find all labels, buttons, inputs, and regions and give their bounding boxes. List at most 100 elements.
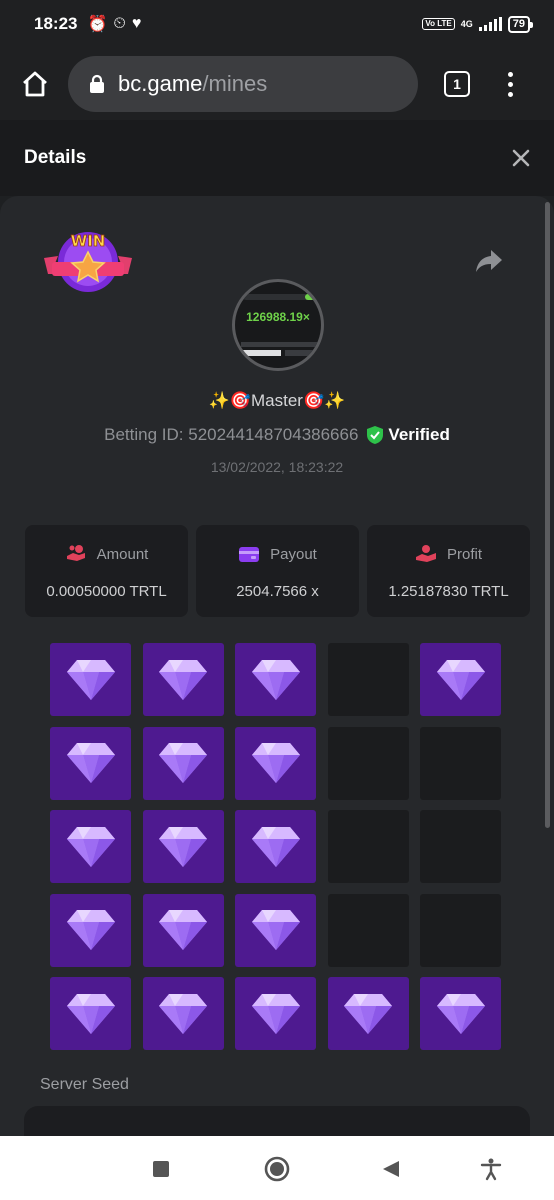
tile-gem — [420, 977, 501, 1050]
tile-unrevealed — [327, 810, 409, 883]
close-icon — [512, 149, 530, 167]
home-circle-icon — [264, 1156, 290, 1182]
gem-icon — [157, 908, 209, 952]
tile-gem — [235, 643, 316, 716]
tile-gem — [50, 726, 131, 800]
home-icon — [23, 71, 47, 97]
tile-gem — [235, 977, 316, 1050]
lock-icon — [88, 74, 106, 94]
verified-shield-icon — [367, 426, 384, 444]
status-bar: 18:23 ⏰ ⏲ ♥ Vo LTE 4G 79 — [0, 0, 554, 48]
verified-label: Verified — [388, 425, 450, 444]
tile-gem — [50, 810, 131, 883]
more-dot-icon — [508, 81, 513, 87]
gem-icon — [250, 741, 302, 785]
more-dot-icon — [508, 71, 513, 77]
hand-coins-icon — [66, 545, 85, 561]
details-panel: WIN 126988.19× ✨🎯Master🎯✨ Betting ID: 52… — [0, 196, 554, 1136]
stat-value: 1.25187830 TRTL — [388, 583, 509, 600]
volte-icon: Vo LTE — [422, 18, 455, 30]
betting-id: Betting ID: 520244148704386666 — [104, 425, 359, 444]
card-icon — [239, 547, 260, 562]
tile-gem — [235, 893, 316, 967]
tile-gem — [142, 643, 224, 716]
url-path: /mines — [202, 71, 268, 96]
gem-icon — [435, 658, 487, 702]
win-badge-text: WIN — [71, 232, 106, 250]
tile-gem — [235, 726, 316, 800]
stat-label: Payout — [270, 545, 317, 563]
stat-label: Amount — [96, 545, 149, 563]
avatar-multiplier: 126988.19× — [246, 310, 310, 324]
gem-icon — [342, 992, 394, 1036]
close-button[interactable] — [512, 144, 530, 172]
tile-gem — [142, 810, 224, 883]
alarm-icon: ⏰ — [87, 16, 108, 33]
bet-timestamp: 13/02/2022, 18:23:22 — [210, 459, 344, 475]
tabs-button[interactable]: 1 — [444, 71, 470, 97]
gem-icon — [435, 992, 487, 1036]
gem-icon — [250, 992, 302, 1036]
tile-gem — [50, 977, 131, 1050]
stat-value: 2504.7566 x — [236, 583, 319, 600]
details-header: Details — [0, 120, 554, 196]
server-seed-label: Server Seed — [40, 1076, 129, 1093]
gem-icon — [157, 658, 209, 702]
gem-icon — [65, 658, 117, 702]
page-title: Details — [24, 147, 87, 168]
avatar: 126988.19× — [232, 279, 324, 371]
tile-unrevealed — [420, 810, 501, 883]
stat-card-payout: Payout 2504.7566 x — [196, 525, 359, 617]
more-menu-button[interactable] — [508, 71, 513, 97]
tile-gem — [50, 643, 131, 716]
address-bar[interactable]: bc.game/mines — [68, 56, 418, 112]
back-triangle-icon — [383, 1161, 399, 1177]
gem-icon — [65, 825, 117, 869]
tile-gem — [420, 643, 501, 716]
back-button[interactable] — [378, 1156, 404, 1182]
network-type: 4G — [460, 19, 473, 29]
system-nav-bar — [0, 1136, 554, 1200]
status-time: 18:23 — [34, 14, 78, 33]
stat-card-profit: Profit 1.25187830 TRTL — [367, 525, 530, 617]
tile-gem — [142, 893, 224, 967]
signal-icon — [478, 17, 502, 31]
recents-square-icon — [153, 1161, 169, 1177]
mines-board — [50, 643, 501, 1050]
gem-icon — [65, 741, 117, 785]
accessibility-button[interactable] — [478, 1156, 504, 1182]
tile-gem — [235, 810, 316, 883]
hand-money-icon — [415, 545, 436, 562]
server-seed-field[interactable] — [24, 1106, 530, 1136]
betting-id-row: Betting ID: 520244148704386666 Verified — [0, 425, 554, 445]
scrollbar[interactable] — [545, 202, 550, 828]
tile-unrevealed — [327, 893, 409, 967]
gem-icon — [250, 658, 302, 702]
share-button[interactable] — [474, 248, 504, 274]
gem-icon — [250, 825, 302, 869]
username-emoji-right: 🎯✨ — [302, 391, 346, 410]
share-icon — [476, 250, 502, 272]
gem-icon — [157, 992, 209, 1036]
tile-gem — [50, 893, 131, 967]
notification-icons: ⏰ ⏲ ♥ — [87, 14, 141, 34]
username-emoji-left: ✨🎯 — [208, 391, 252, 410]
stat-label: Profit — [446, 545, 482, 563]
battery-icon: 79 — [507, 15, 534, 33]
browser-toolbar: bc.game/mines 1 — [0, 48, 554, 120]
heart-icon: ♥ — [131, 15, 142, 32]
home-nav-button[interactable] — [264, 1156, 290, 1182]
tile-gem — [142, 977, 224, 1050]
username-text: Master — [251, 391, 303, 410]
tile-unrevealed — [420, 893, 501, 967]
home-button[interactable] — [18, 67, 52, 101]
gem-icon — [157, 741, 209, 785]
system-icons: Vo LTE 4G 79 — [422, 15, 534, 33]
stat-card-amount: Amount 0.00050000 TRTL — [25, 525, 188, 617]
alarm-clock-icon: ⏲ — [113, 15, 126, 32]
recents-button[interactable] — [148, 1156, 174, 1182]
tile-gem — [142, 726, 224, 800]
win-badge: WIN — [44, 228, 132, 296]
gem-icon — [250, 908, 302, 952]
url-host: bc.game — [118, 71, 203, 96]
